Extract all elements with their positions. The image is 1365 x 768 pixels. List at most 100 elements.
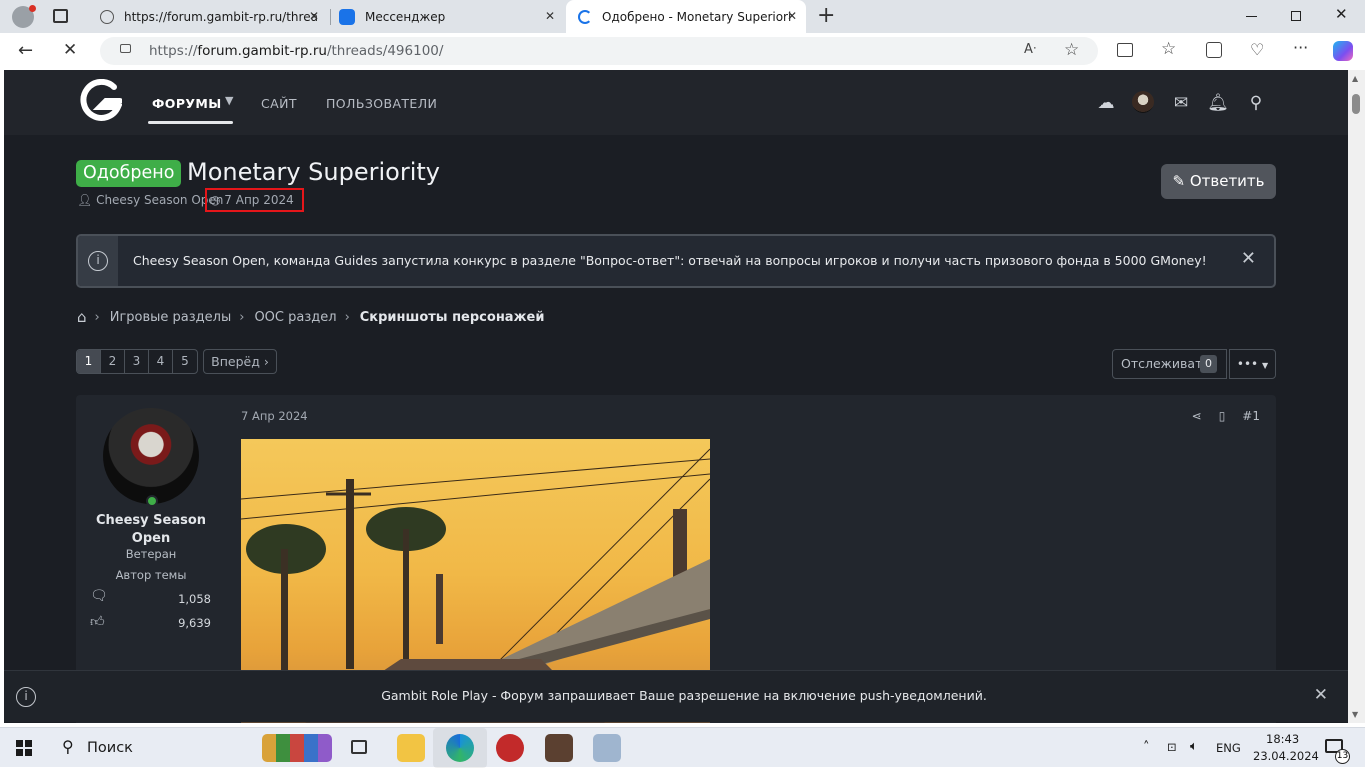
globe-icon [100,9,114,24]
windows-start-icon[interactable] [16,740,32,756]
close-tab-icon[interactable]: ✕ [306,8,322,24]
copilot-icon[interactable] [1333,41,1353,61]
cloud-icon[interactable]: ☁ [1095,92,1117,114]
nav-site[interactable]: САЙТ [261,96,297,111]
restore-icon[interactable] [1291,11,1301,21]
chevron-up-icon[interactable]: ˄ [1143,740,1150,755]
forum-nav: ФОРУМЫ ▼ САЙТ ПОЛЬЗОВАТЕЛИ ☁ ✉ 🔔︎ ⚲ [4,70,1348,135]
split-screen-icon[interactable] [1117,43,1133,57]
page-button[interactable]: 2 [101,350,125,373]
page-button[interactable]: 1 [77,350,101,373]
url-input[interactable]: https://forum.gambit-rp.ru/threads/49610… [100,37,1098,65]
forum-page: ФОРУМЫ ▼ САЙТ ПОЛЬЗОВАТЕЛИ ☁ ✉ 🔔︎ ⚲ Одоб… [4,70,1348,723]
user-role: Автор темы [115,568,187,582]
clock-time[interactable]: 18:43 [1266,732,1299,746]
nav-forums[interactable]: ФОРУМЫ [152,96,222,111]
scroll-up-icon[interactable]: ▲ [1352,74,1358,83]
notice-banner: i Cheesy Season Open, команда Guides зап… [76,234,1276,288]
close-tab-icon[interactable]: ✕ [542,8,558,24]
watch-count-badge: 0 [1200,355,1217,373]
notice-text: Cheesy Season Open, команда Guides запус… [133,253,1207,268]
share-icon[interactable]: ⋖ [1192,409,1202,423]
tab-messenger[interactable]: Мессенджер ✕ [331,0,564,33]
app-red-icon[interactable] [496,734,524,762]
reply-button[interactable]: ✎ Ответить [1161,164,1276,199]
tab-actions-icon[interactable] [53,9,68,23]
performance-icon[interactable]: ♡ [1250,40,1264,59]
scroll-down-icon[interactable]: ▼ [1352,710,1358,719]
tab-thread[interactable]: Одобрено - Monetary Superiorit ✕ [566,0,806,33]
new-tab-button[interactable]: + [817,3,835,28]
nav-forums-dropdown-icon[interactable]: ▼ [225,94,234,107]
file-explorer-icon[interactable] [397,734,425,762]
profile-notification-dot [29,5,36,12]
mail-icon[interactable]: ✉ [1170,92,1192,114]
clock-date[interactable]: 23.04.2024 [1253,749,1319,763]
chevron-right-icon: › [94,309,100,325]
messenger-icon [339,8,355,25]
lock-icon[interactable] [120,44,131,53]
breadcrumb-ooc[interactable]: OOC раздел [254,310,336,325]
bell-icon[interactable]: 🔔︎ [1207,92,1229,114]
url-prefix: https:// [149,43,198,59]
network-icon[interactable]: ⊡ [1167,740,1177,754]
chevron-right-icon: › [239,309,245,325]
game-icon[interactable] [545,734,573,762]
page-button[interactable]: 5 [173,350,197,373]
chevron-right-icon: › [344,309,350,325]
breadcrumb: ⌂ › Игровые разделы › OOC раздел › Скрин… [77,308,552,326]
next-page-button[interactable]: Вперёд › [203,349,277,374]
pagination: 1 2 3 4 5 [76,349,198,374]
nav-users[interactable]: ПОЛЬЗОВАТЕЛИ [326,96,437,111]
search-icon[interactable]: ⚲ [1245,92,1267,114]
close-tab-icon[interactable]: ✕ [784,8,800,24]
post-avatar[interactable] [103,408,199,504]
home-icon[interactable]: ⌂ [77,308,87,326]
tab-label: Одобрено - Monetary Superiorit [602,9,792,24]
minimize-icon[interactable] [1246,16,1257,17]
gambit-logo[interactable] [76,79,122,123]
chevron-down-icon: ▼ [1261,361,1269,370]
close-icon[interactable]: ✕ [1241,248,1256,269]
taskbar-search[interactable]: Поиск [87,740,133,756]
highlight-box [205,188,304,212]
collections-icon[interactable] [1206,42,1222,58]
page-button[interactable]: 4 [149,350,173,373]
favorite-star-icon[interactable]: ☆ [1064,40,1079,60]
close-window-icon[interactable]: ✕ [1335,5,1348,23]
books-widget-icon[interactable] [262,734,332,762]
stop-loading-icon[interactable]: ✕ [63,40,77,60]
close-icon[interactable]: ✕ [1314,685,1328,705]
task-view-icon[interactable] [351,740,367,754]
url-host: forum.gambit-rp.ru [197,43,327,59]
app-window-icon[interactable] [593,734,621,762]
tab-forum[interactable]: https://forum.gambit-rp.ru/threa ✕ [88,0,328,33]
breadcrumb-game-sections[interactable]: Игровые разделы [110,310,232,325]
thread-author[interactable]: 👤︎ Cheesy Season Open [77,193,223,207]
search-icon[interactable]: ⚲ [62,737,74,756]
loading-spinner-icon [578,9,592,24]
page-scrollbar[interactable]: ▲ ▼ [1348,70,1365,723]
user-avatar[interactable] [1132,91,1154,113]
bookmark-icon[interactable]: ▯ [1219,409,1226,423]
status-badge: Одобрено [76,160,182,187]
notice-icon-area: i [78,236,118,286]
tab-label: https://forum.gambit-rp.ru/threa [124,9,318,24]
back-icon[interactable]: ← [18,40,33,61]
reply-label: Ответить [1189,172,1265,190]
push-permission-text[interactable]: Gambit Role Play - Форум запрашивает Ваш… [4,688,1364,703]
scroll-thumb[interactable] [1352,94,1360,114]
favorites-icon[interactable]: ☆ [1161,39,1176,59]
read-aloud-icon[interactable]: Aᐧ [1024,42,1036,57]
more-menu-icon[interactable]: ··· [1293,38,1308,57]
browser-tab-bar: https://forum.gambit-rp.ru/threa ✕ Мессе… [0,0,1365,33]
volume-icon[interactable]: 🔈︎ [1190,739,1198,754]
page-button[interactable]: 3 [125,350,149,373]
thread-tools-menu[interactable]: ••• ▼ [1229,349,1276,379]
address-bar-row: ← ✕ https://forum.gambit-rp.ru/threads/4… [0,33,1365,69]
post-username[interactable]: Cheesy Season Open [92,512,210,548]
language-indicator[interactable]: ENG [1216,741,1241,755]
post-number[interactable]: #1 [1242,409,1260,423]
breadcrumb-screenshots[interactable]: Скриншоты персонажей [360,310,545,325]
post-date[interactable]: 7 Апр 2024 [241,409,308,423]
